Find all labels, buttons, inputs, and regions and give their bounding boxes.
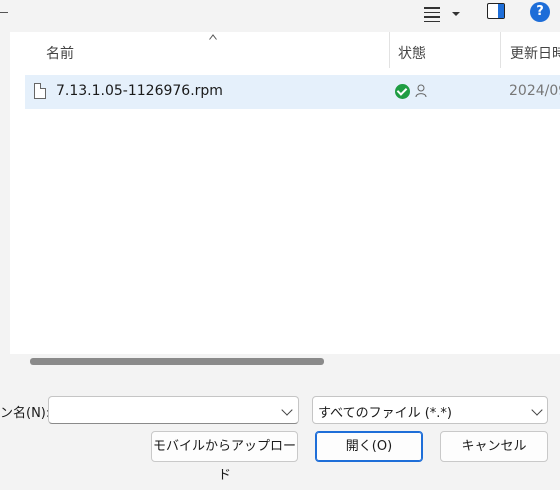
filename-label: ン名(N): bbox=[0, 406, 51, 421]
open-button[interactable]: 開く(O) bbox=[315, 431, 423, 462]
cancel-button[interactable]: キャンセル bbox=[440, 431, 548, 462]
column-divider[interactable] bbox=[389, 32, 390, 68]
truncated-toolbar-edge bbox=[0, 12, 8, 13]
chevron-down-icon[interactable] bbox=[281, 404, 293, 416]
scrollbar-thumb[interactable] bbox=[30, 358, 324, 365]
column-header-status[interactable]: 状態 bbox=[398, 43, 426, 63]
file-type-value: すべてのファイル (*.*) bbox=[318, 406, 452, 421]
list-view-icon bbox=[424, 7, 440, 22]
synced-check-icon bbox=[395, 84, 410, 99]
help-button[interactable]: ? bbox=[530, 2, 550, 22]
file-modified-date: 2024/09 bbox=[509, 83, 560, 99]
sort-ascending-icon bbox=[209, 34, 217, 40]
file-list[interactable]: 名前 状態 更新日時 7.13.1.05-1126976.rpm 2024/09 bbox=[10, 32, 560, 354]
preview-pane-button[interactable] bbox=[487, 3, 505, 19]
file-row[interactable]: 7.13.1.05-1126976.rpm 2024/09 bbox=[25, 75, 560, 109]
file-type-select[interactable]: すべてのファイル (*.*) bbox=[312, 396, 548, 424]
column-header-modified[interactable]: 更新日時 bbox=[510, 43, 560, 63]
horizontal-scrollbar[interactable] bbox=[10, 356, 560, 368]
filename-input[interactable] bbox=[48, 396, 299, 424]
column-divider[interactable] bbox=[500, 32, 501, 68]
upload-from-mobile-button[interactable]: モバイルからアップロード bbox=[151, 431, 298, 483]
preview-pane-icon bbox=[498, 4, 504, 18]
file-name: 7.13.1.05-1126976.rpm bbox=[56, 83, 223, 99]
column-header-name[interactable]: 名前 bbox=[46, 43, 74, 63]
chevron-down-icon bbox=[452, 12, 460, 16]
toolbar: ? bbox=[0, 0, 560, 30]
chevron-down-icon bbox=[531, 404, 543, 416]
view-options-button[interactable] bbox=[424, 4, 464, 24]
shared-user-icon bbox=[415, 84, 427, 98]
file-icon bbox=[34, 83, 46, 99]
